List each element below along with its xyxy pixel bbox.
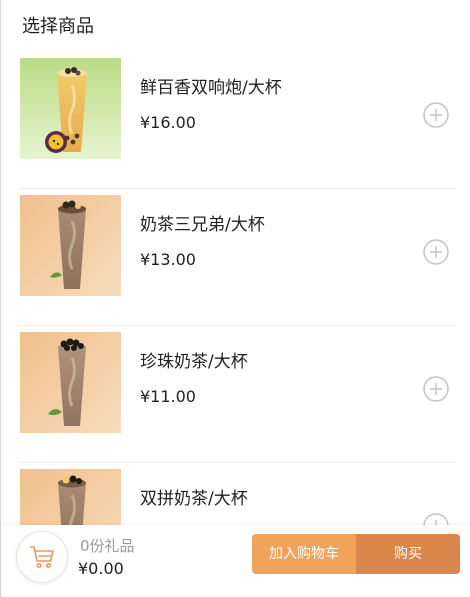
add-item-button[interactable] — [423, 376, 449, 402]
double-milk-tea-image — [20, 469, 121, 525]
product-item[interactable]: 双拼奶茶/大杯 — [2, 463, 470, 525]
milk-tea-trio-image — [20, 195, 121, 296]
product-name: 双拼奶茶/大杯 — [140, 489, 248, 509]
add-to-cart-button[interactable]: 加入购物车 — [252, 534, 356, 574]
gift-count: 0份礼品 — [80, 537, 135, 555]
product-price: ¥13.00 — [140, 250, 196, 269]
product-item[interactable]: 鲜百香双响炮/大杯 ¥16.00 — [2, 52, 470, 189]
product-picker-sheet: 选择商品 鲜百香双响炮/大杯 ¥16.00 奶茶三兄弟/大杯 ¥13.00 珍珠… — [2, 0, 470, 597]
window-edge — [0, 0, 1, 597]
cart-total: ¥0.00 — [78, 559, 124, 578]
passion-fruit-tea-image — [20, 58, 121, 159]
add-item-button[interactable] — [423, 239, 449, 265]
product-item[interactable]: 奶茶三兄弟/大杯 ¥13.00 — [2, 189, 470, 326]
product-name: 鲜百香双响炮/大杯 — [140, 78, 282, 98]
buy-button[interactable]: 购买 — [356, 534, 460, 574]
product-name: 珍珠奶茶/大杯 — [140, 352, 248, 372]
add-item-button[interactable] — [423, 102, 449, 128]
add-item-button[interactable] — [423, 513, 449, 525]
cart-button[interactable] — [16, 531, 68, 583]
plus-circle-icon — [423, 239, 449, 265]
shopping-cart-icon — [29, 546, 54, 569]
product-item[interactable]: 珍珠奶茶/大杯 ¥11.00 — [2, 326, 470, 463]
plus-circle-icon — [423, 513, 449, 525]
pearl-milk-tea-image — [20, 332, 121, 433]
product-price: ¥16.00 — [140, 113, 196, 132]
plus-circle-icon — [423, 376, 449, 402]
checkout-bar: 0份礼品 ¥0.00 加入购物车 购买 — [2, 525, 470, 597]
product-price: ¥11.00 — [140, 387, 196, 406]
page-title: 选择商品 — [22, 16, 94, 37]
product-list[interactable]: 鲜百香双响炮/大杯 ¥16.00 奶茶三兄弟/大杯 ¥13.00 珍珠奶茶/大杯… — [2, 52, 470, 525]
action-buttons: 加入购物车 购买 — [252, 534, 460, 574]
plus-circle-icon — [423, 102, 449, 128]
product-name: 奶茶三兄弟/大杯 — [140, 215, 265, 235]
